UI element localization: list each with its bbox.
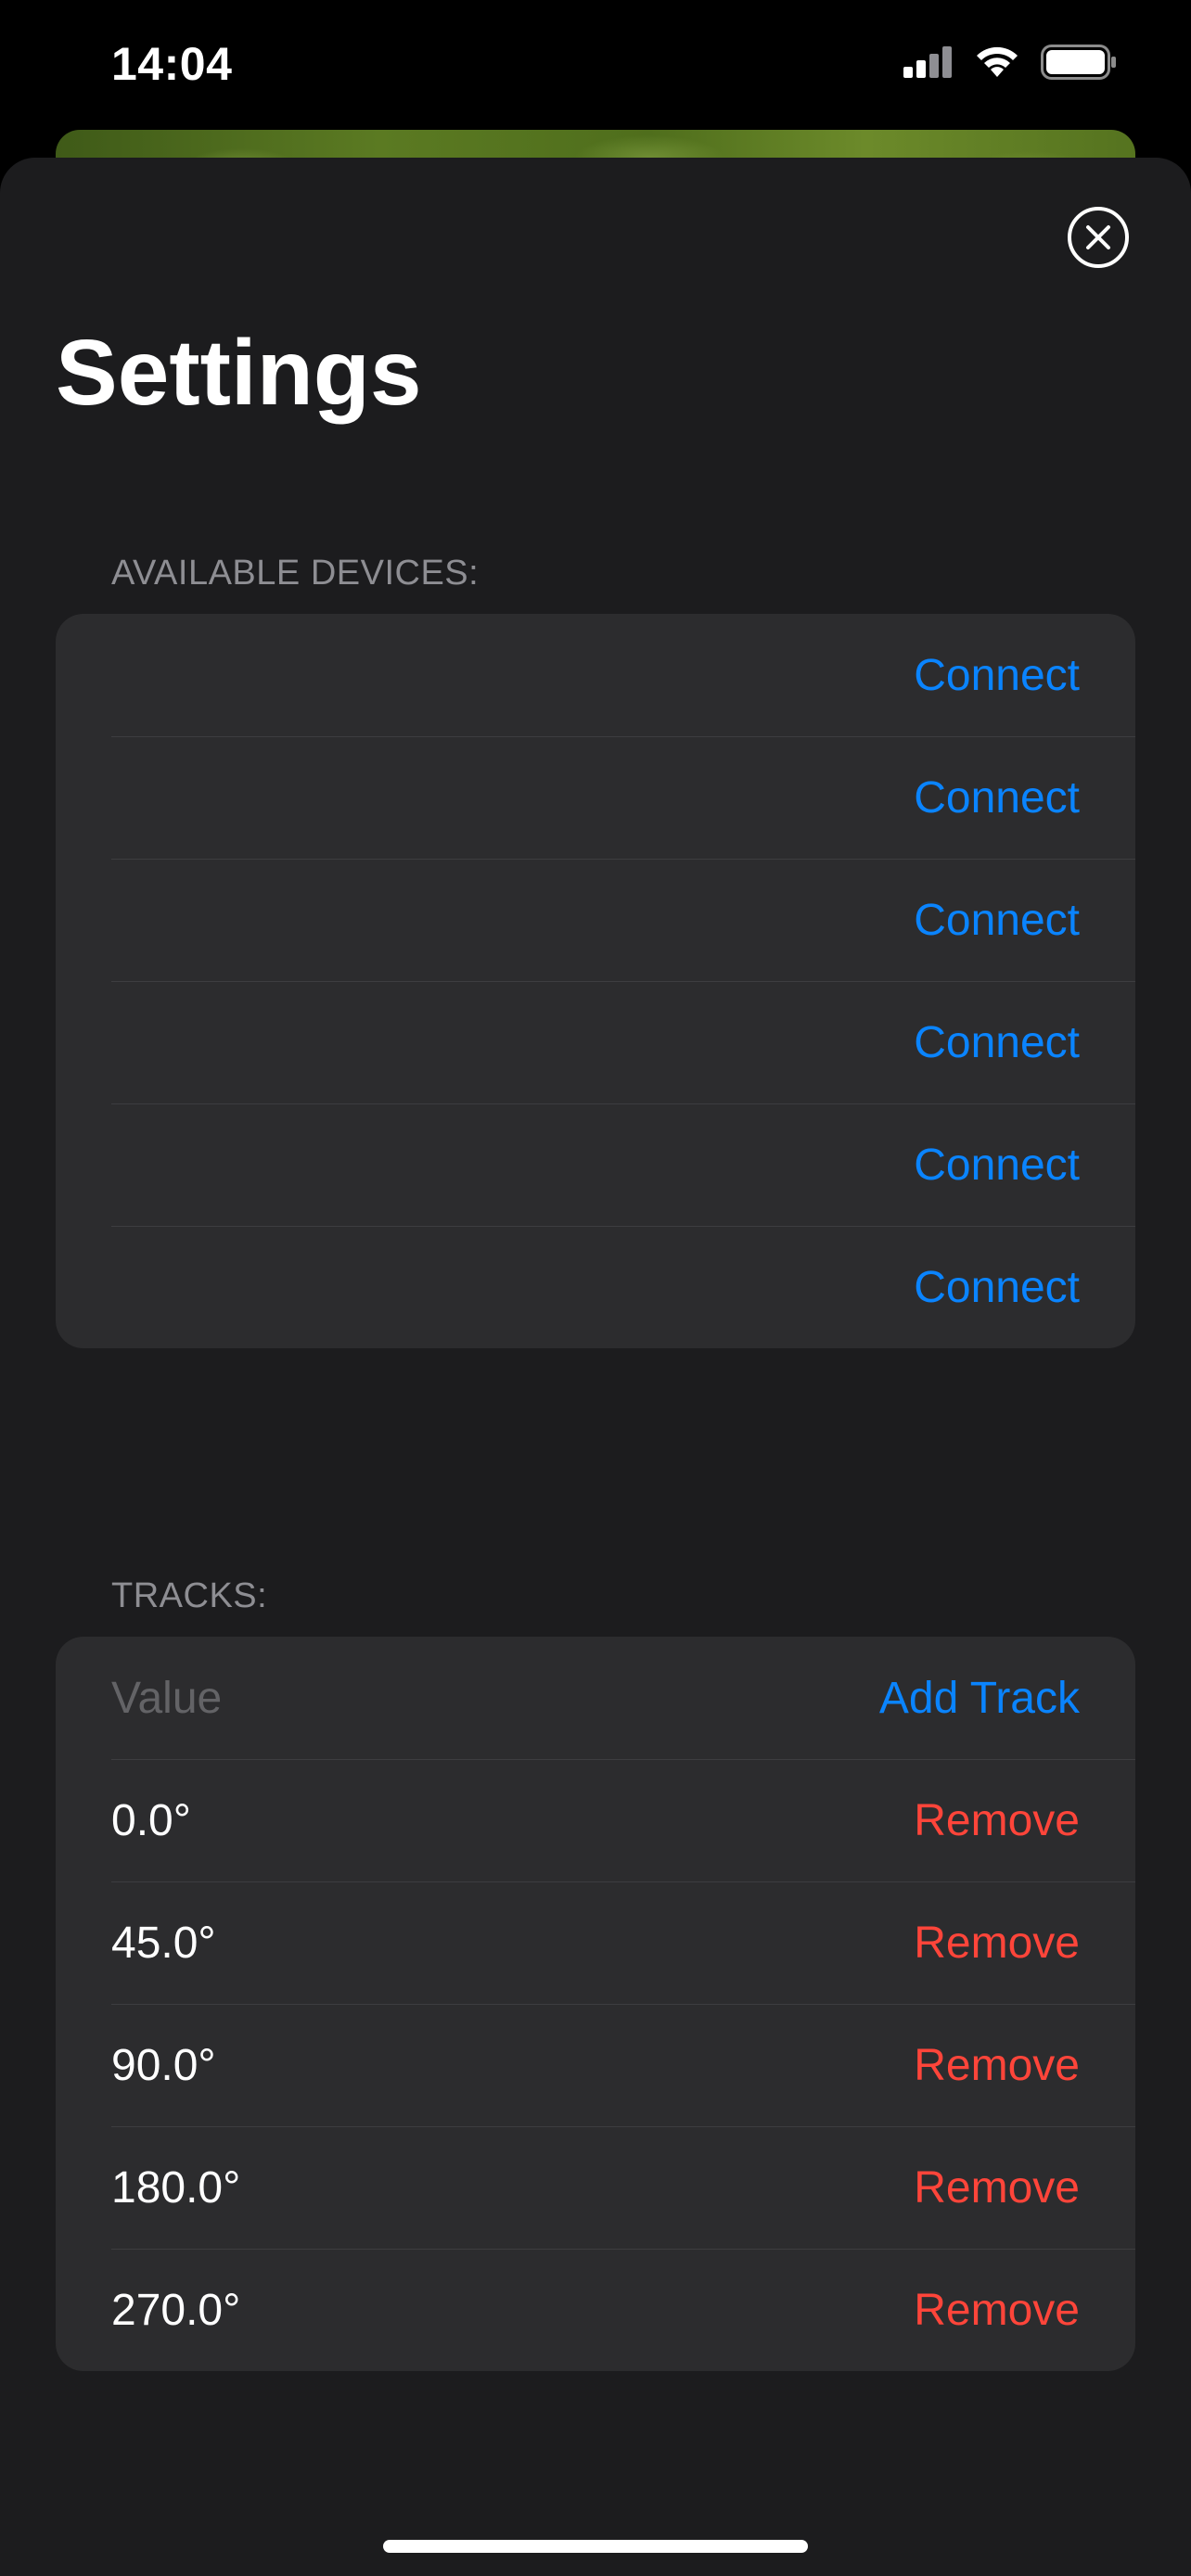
tracks-list: Value Add Track 0.0° Remove 45.0° Remove… [56,1637,1135,2371]
wifi-icon [974,45,1020,83]
device-row: Connect [56,736,1135,859]
track-row: 180.0° Remove [56,2126,1135,2249]
device-row: Connect [56,981,1135,1103]
close-button[interactable] [1067,206,1130,269]
cellular-signal-icon [903,46,954,83]
track-value: 90.0° [111,2040,216,2090]
add-track-row: Value Add Track [56,1637,1135,1759]
track-value: 270.0° [111,2285,241,2335]
track-value: 180.0° [111,2162,241,2213]
connect-button[interactable]: Connect [914,1262,1080,1313]
track-row: 90.0° Remove [56,2004,1135,2126]
connect-button[interactable]: Connect [914,772,1080,823]
connect-button[interactable]: Connect [914,1140,1080,1191]
track-value-input[interactable]: Value [111,1673,222,1724]
device-row: Connect [56,1103,1135,1226]
track-row: 45.0° Remove [56,1881,1135,2004]
section-header-tracks: TRACKS: [111,1576,268,1615]
connect-button[interactable]: Connect [914,650,1080,701]
section-header-devices: AVAILABLE DEVICES: [111,554,480,593]
home-indicator[interactable] [383,2540,808,2553]
connect-button[interactable]: Connect [914,895,1080,946]
status-bar: 14:04 [0,0,1191,130]
close-circle-icon [1068,207,1129,268]
connect-button[interactable]: Connect [914,1017,1080,1068]
status-time: 14:04 [111,38,233,90]
remove-button[interactable]: Remove [914,2285,1080,2336]
track-value: 0.0° [111,1795,191,1845]
page-title: Settings [56,321,422,425]
device-row: Connect [56,614,1135,736]
track-row: 270.0° Remove [56,2249,1135,2371]
track-row: 0.0° Remove [56,1759,1135,1881]
track-value: 45.0° [111,1918,216,1968]
devices-list: Connect Connect Connect Connect Connect … [56,614,1135,1348]
add-track-button[interactable]: Add Track [879,1673,1080,1724]
status-icons [903,45,1117,84]
device-row: Connect [56,1226,1135,1348]
device-row: Connect [56,859,1135,981]
remove-button[interactable]: Remove [914,2040,1080,2091]
remove-button[interactable]: Remove [914,2162,1080,2213]
remove-button[interactable]: Remove [914,1918,1080,1969]
remove-button[interactable]: Remove [914,1795,1080,1846]
battery-icon [1041,45,1117,84]
